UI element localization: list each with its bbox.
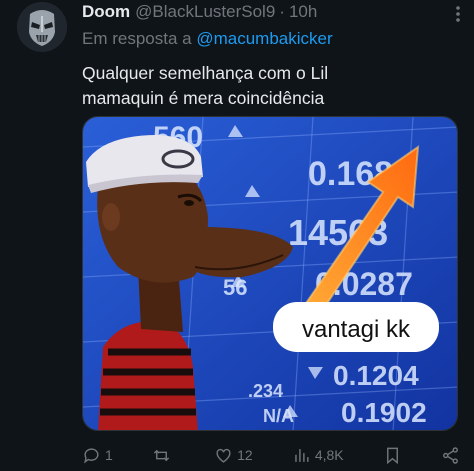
avatar[interactable] bbox=[17, 2, 67, 52]
tweet-text: Qualquer semelhança com o Lil mamaquin é… bbox=[82, 61, 452, 111]
views-count: 4,8K bbox=[314, 447, 344, 463]
like-icon bbox=[216, 448, 231, 463]
ticker-value: 56 bbox=[223, 275, 247, 300]
reply-mention-link[interactable]: @macumbakicker bbox=[196, 29, 332, 48]
ticker-value: 0.1902 bbox=[341, 397, 427, 428]
ticker-value: .234 bbox=[248, 381, 283, 401]
bookmark-icon bbox=[386, 447, 398, 464]
ticker-value: 0.1204 bbox=[333, 360, 419, 391]
like-button[interactable]: 12 bbox=[214, 446, 253, 465]
reply-icon bbox=[84, 447, 99, 464]
share-icon bbox=[443, 446, 458, 464]
meme-caption: vantagi kk bbox=[302, 316, 411, 343]
reply-context: Em resposta a @macumbakicker bbox=[82, 29, 333, 49]
repost-button[interactable] bbox=[152, 446, 175, 465]
reply-count: 1 bbox=[105, 447, 113, 463]
tweet-text-line: Qualquer semelhança com o Lil bbox=[82, 63, 329, 83]
more-options-icon[interactable] bbox=[454, 5, 462, 23]
timestamp[interactable]: 10h bbox=[289, 2, 317, 22]
ticker-value: N/A bbox=[263, 406, 294, 426]
repost-icon bbox=[153, 449, 170, 461]
reply-button[interactable]: 1 bbox=[82, 446, 113, 465]
tweet-text-line: mamaquin é mera coincidência bbox=[82, 88, 325, 108]
doom-mask-avatar-image bbox=[17, 2, 67, 52]
display-name[interactable]: Doom bbox=[82, 2, 130, 22]
reply-prefix: Em resposta a bbox=[82, 29, 192, 48]
stonks-meme-image: 560 0.168 14563 0.0287 56 0.1204 0.1902 … bbox=[83, 117, 457, 430]
separator-dot: · bbox=[279, 2, 285, 21]
tweet-header: Doom @BlackLusterSol9 · 10h bbox=[82, 1, 460, 23]
bookmark-button[interactable] bbox=[383, 446, 402, 465]
views-button[interactable]: 4,8K bbox=[292, 446, 344, 465]
share-button[interactable] bbox=[441, 446, 460, 465]
views-icon bbox=[295, 448, 309, 462]
tweet-media-image[interactable]: 560 0.168 14563 0.0287 56 0.1204 0.1902 … bbox=[82, 116, 458, 431]
like-count: 12 bbox=[237, 447, 253, 463]
user-handle[interactable]: @BlackLusterSol9 bbox=[135, 2, 275, 22]
tweet-actions-bar: 1 12 4,8K bbox=[82, 442, 460, 468]
